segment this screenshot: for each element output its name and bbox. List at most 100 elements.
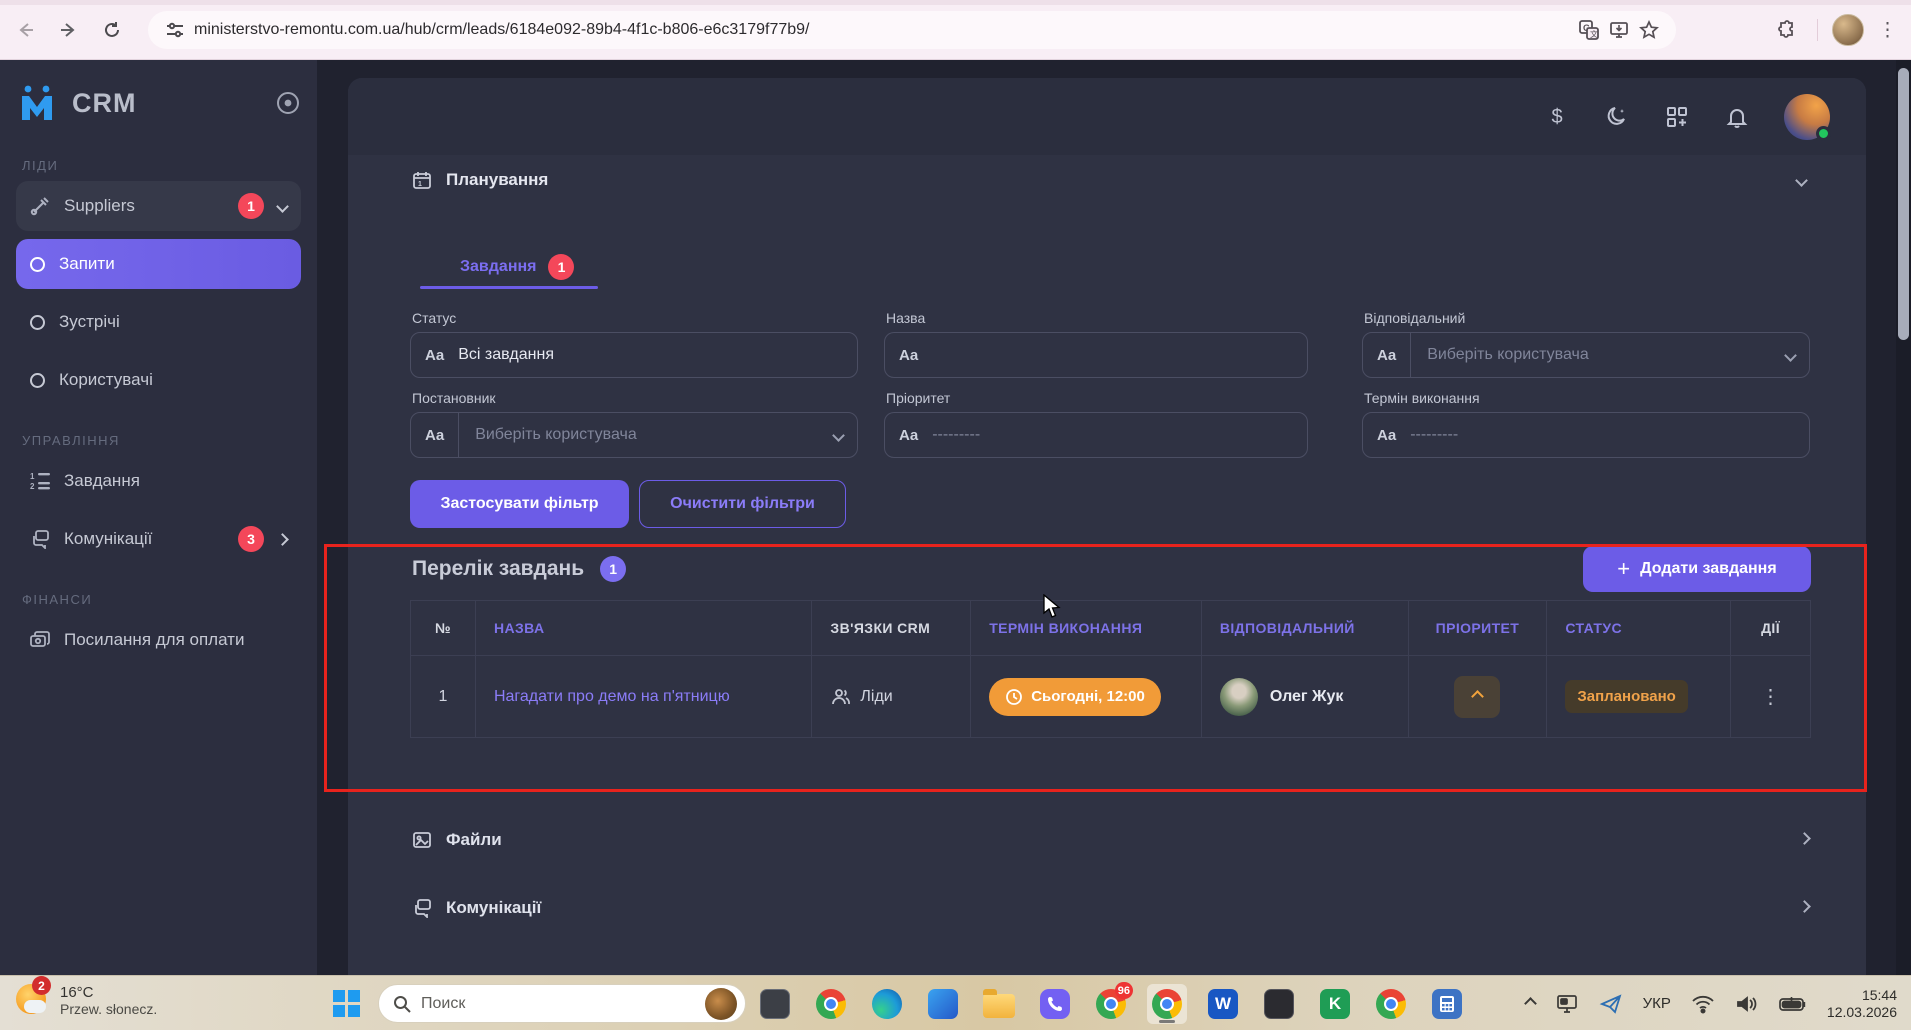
column-header[interactable]: ТЕРМІН ВИКОНАННЯ (971, 601, 1202, 655)
dark-mode-icon[interactable] (1604, 104, 1630, 130)
assignee-filter-placeholder: Виберіть користувача (1427, 346, 1589, 363)
sidebar-item-tasks[interactable]: 12 Завдання (16, 456, 301, 506)
column-header[interactable]: ВІДПОВІДАЛЬНИЙ (1202, 601, 1409, 655)
remote-display-icon[interactable] (1555, 993, 1579, 1015)
install-icon[interactable] (1604, 15, 1634, 45)
translate-icon[interactable]: G文 (1574, 15, 1604, 45)
text-format-icon: Aa (1377, 346, 1397, 364)
extensions-icon[interactable] (1773, 15, 1803, 45)
sidebar-item-payment-links[interactable]: Посилання для оплати (16, 615, 301, 665)
tab-tasks[interactable]: Завдання 1 (460, 254, 575, 280)
sidebar-item-label: Посилання для оплати (64, 630, 245, 649)
search-input[interactable] (421, 994, 705, 1013)
forward-icon[interactable] (52, 14, 84, 46)
tab-underline (420, 286, 598, 289)
back-icon[interactable] (10, 14, 42, 46)
tray-expand-icon[interactable] (1523, 997, 1537, 1010)
sidebar-item-requests[interactable]: Запити (16, 239, 301, 289)
column-header[interactable]: № (411, 601, 476, 655)
files-section-header[interactable]: Файли (412, 830, 502, 850)
battery-icon[interactable] (1779, 995, 1807, 1013)
text-format-icon: Aa (899, 426, 919, 444)
chrome-active-icon[interactable] (1147, 984, 1187, 1024)
bookmark-star-icon[interactable] (1634, 15, 1664, 45)
sidebar-item-suppliers[interactable]: Suppliers 1 (16, 181, 301, 231)
chevron-right-icon[interactable] (1798, 832, 1811, 845)
crm-link-cell: Ліди (812, 655, 972, 737)
column-header[interactable]: НАЗВА (476, 601, 813, 655)
planning-collapse-icon[interactable] (1795, 174, 1808, 187)
volume-icon[interactable] (1735, 994, 1759, 1014)
search-highlight-image[interactable] (705, 987, 737, 1020)
app-window-icon[interactable] (755, 984, 795, 1024)
apps-grid-icon[interactable] (1664, 104, 1690, 130)
url-text[interactable]: ministerstvo-remontu.com.ua/hub/crm/lead… (194, 21, 1574, 39)
chrome-profile2-icon[interactable]: 96 (1091, 982, 1133, 1024)
priority-up-button[interactable] (1454, 675, 1501, 718)
notifications-bell-icon[interactable] (1724, 104, 1750, 130)
green-app-icon[interactable]: K (1315, 984, 1355, 1024)
wifi-icon[interactable] (1691, 994, 1715, 1014)
page-scrollbar[interactable] (1896, 60, 1911, 975)
taskbar-search[interactable] (378, 984, 746, 1023)
status-filter-input[interactable]: Aa Всі завдання (410, 332, 858, 378)
add-task-button[interactable]: + Додати завдання (1583, 546, 1811, 592)
column-header[interactable]: СТАТУС (1547, 601, 1732, 655)
crm-app: CRM ЛІДИ Suppliers 1 Запити Зустрічі Кор… (0, 60, 1911, 975)
clock-icon (1006, 688, 1023, 705)
media-app-icon[interactable] (923, 984, 963, 1024)
planning-title: Планування (446, 170, 549, 189)
word-icon[interactable]: W (1203, 984, 1243, 1024)
chevron-right-icon[interactable] (1798, 900, 1811, 913)
taskbar-clock[interactable]: 15:44 12.03.2026 (1827, 987, 1897, 1021)
chevron-down-icon[interactable] (1784, 348, 1797, 362)
chevron-down-icon[interactable] (832, 428, 845, 442)
dark-app-icon[interactable] (1259, 984, 1299, 1024)
telegram-icon[interactable] (1599, 993, 1623, 1015)
chevron-right-icon[interactable] (276, 532, 289, 546)
apply-filter-button[interactable]: Застосувати фільтр (410, 480, 629, 528)
chrome-profile3-icon[interactable] (1371, 984, 1411, 1024)
billing-icon[interactable]: $ (1544, 104, 1570, 130)
user-avatar[interactable] (1784, 94, 1831, 141)
scrollbar-thumb[interactable] (1898, 68, 1909, 340)
priority-filter-input[interactable]: Aa --------- (884, 412, 1308, 458)
svg-text:1: 1 (418, 181, 422, 188)
weather-widget[interactable]: 2 16°C Przew. słonecz. (14, 976, 157, 1018)
browser-profile-avatar[interactable] (1832, 14, 1864, 46)
chrome-icon[interactable] (811, 984, 851, 1024)
column-header[interactable]: ДІЇ (1731, 601, 1810, 655)
sidebar-item-meetings[interactable]: Зустрічі (16, 297, 301, 347)
task-name-link[interactable]: Нагадати про демо на п'ятницю (494, 688, 730, 706)
sidebar-item-users[interactable]: Користувачі (16, 355, 301, 405)
column-header[interactable]: ЗВ'ЯЗКИ CRM (812, 601, 972, 655)
filter-label: Пріоритет (886, 390, 951, 406)
svg-text:2: 2 (30, 482, 35, 491)
browser-menu-icon[interactable]: ⋮ (1878, 19, 1897, 42)
calculator-icon[interactable] (1427, 984, 1467, 1024)
name-filter-input[interactable]: Aa (884, 332, 1308, 378)
sidebar-item-communications[interactable]: Комунікації 3 (16, 514, 301, 564)
creator-filter-select[interactable]: Aa Виберіть користувача (410, 412, 858, 458)
row-actions-menu-icon[interactable]: ⋮ (1761, 684, 1781, 709)
sidebar-collapse-icon[interactable] (275, 90, 301, 116)
due-filter-input[interactable]: Aa --------- (1362, 412, 1810, 458)
column-header[interactable]: ПРІОРИТЕТ (1409, 601, 1548, 655)
reload-icon[interactable] (96, 14, 128, 46)
planning-section-header[interactable]: 1 Планування (412, 170, 548, 190)
start-button[interactable] (333, 990, 360, 1017)
chevron-up-icon (1471, 690, 1484, 703)
circle-icon (30, 372, 45, 388)
chevron-down-icon[interactable] (276, 199, 289, 213)
edge-icon[interactable] (867, 984, 907, 1024)
communications-section-header[interactable]: Комунікації (412, 898, 541, 918)
assignee-filter-select[interactable]: Aa Виберіть користувача (1362, 332, 1810, 378)
due-date-text: Сьогодні, 12:00 (1031, 688, 1145, 705)
file-explorer-icon[interactable] (979, 984, 1019, 1024)
site-info-icon[interactable] (166, 21, 184, 39)
language-indicator[interactable]: УКР (1643, 995, 1671, 1012)
viber-icon[interactable] (1035, 984, 1075, 1024)
clear-filters-button[interactable]: Очистити фільтри (639, 480, 846, 528)
svg-text:文: 文 (1590, 29, 1598, 39)
url-bar[interactable]: ministerstvo-remontu.com.ua/hub/crm/lead… (148, 11, 1676, 49)
